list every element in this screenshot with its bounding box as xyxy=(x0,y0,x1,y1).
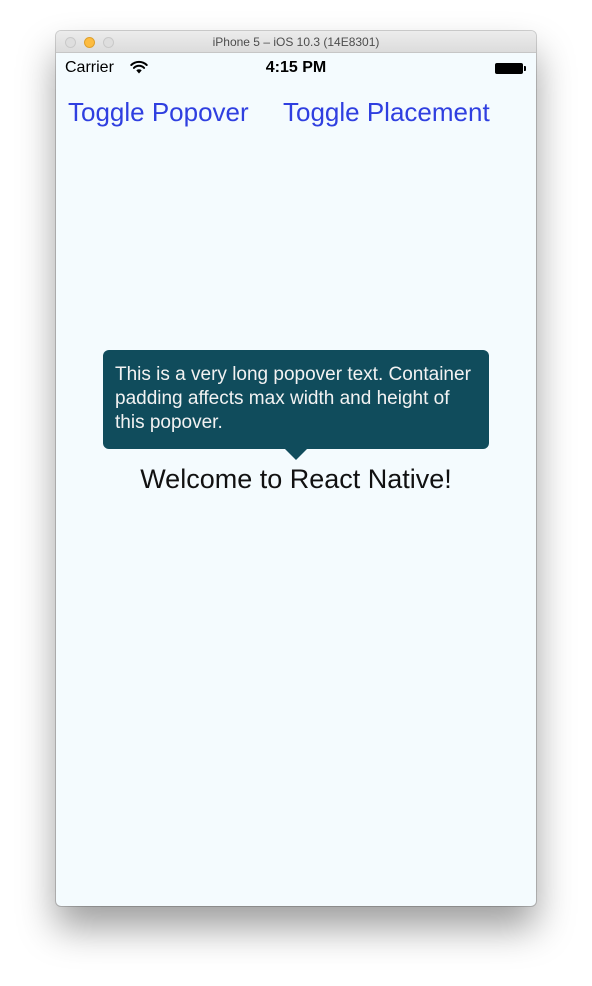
battery-icon xyxy=(495,63,526,74)
window-titlebar: iPhone 5 – iOS 10.3 (14E8301) xyxy=(56,31,536,53)
popover-text: This is a very long popover text. Contai… xyxy=(115,364,471,433)
popover: This is a very long popover text. Contai… xyxy=(103,350,489,449)
toggle-popover-button[interactable]: Toggle Popover xyxy=(68,97,249,128)
window-title: iPhone 5 – iOS 10.3 (14E8301) xyxy=(212,35,380,49)
welcome-text: Welcome to React Native! xyxy=(140,464,452,494)
popover-arrow xyxy=(285,449,307,460)
toggle-placement-button[interactable]: Toggle Placement xyxy=(283,97,490,128)
simulator-window: iPhone 5 – iOS 10.3 (14E8301) Carrier 4:… xyxy=(56,31,536,906)
status-bar: Carrier 4:15 PM xyxy=(56,53,536,83)
status-time: 4:15 PM xyxy=(265,59,327,76)
